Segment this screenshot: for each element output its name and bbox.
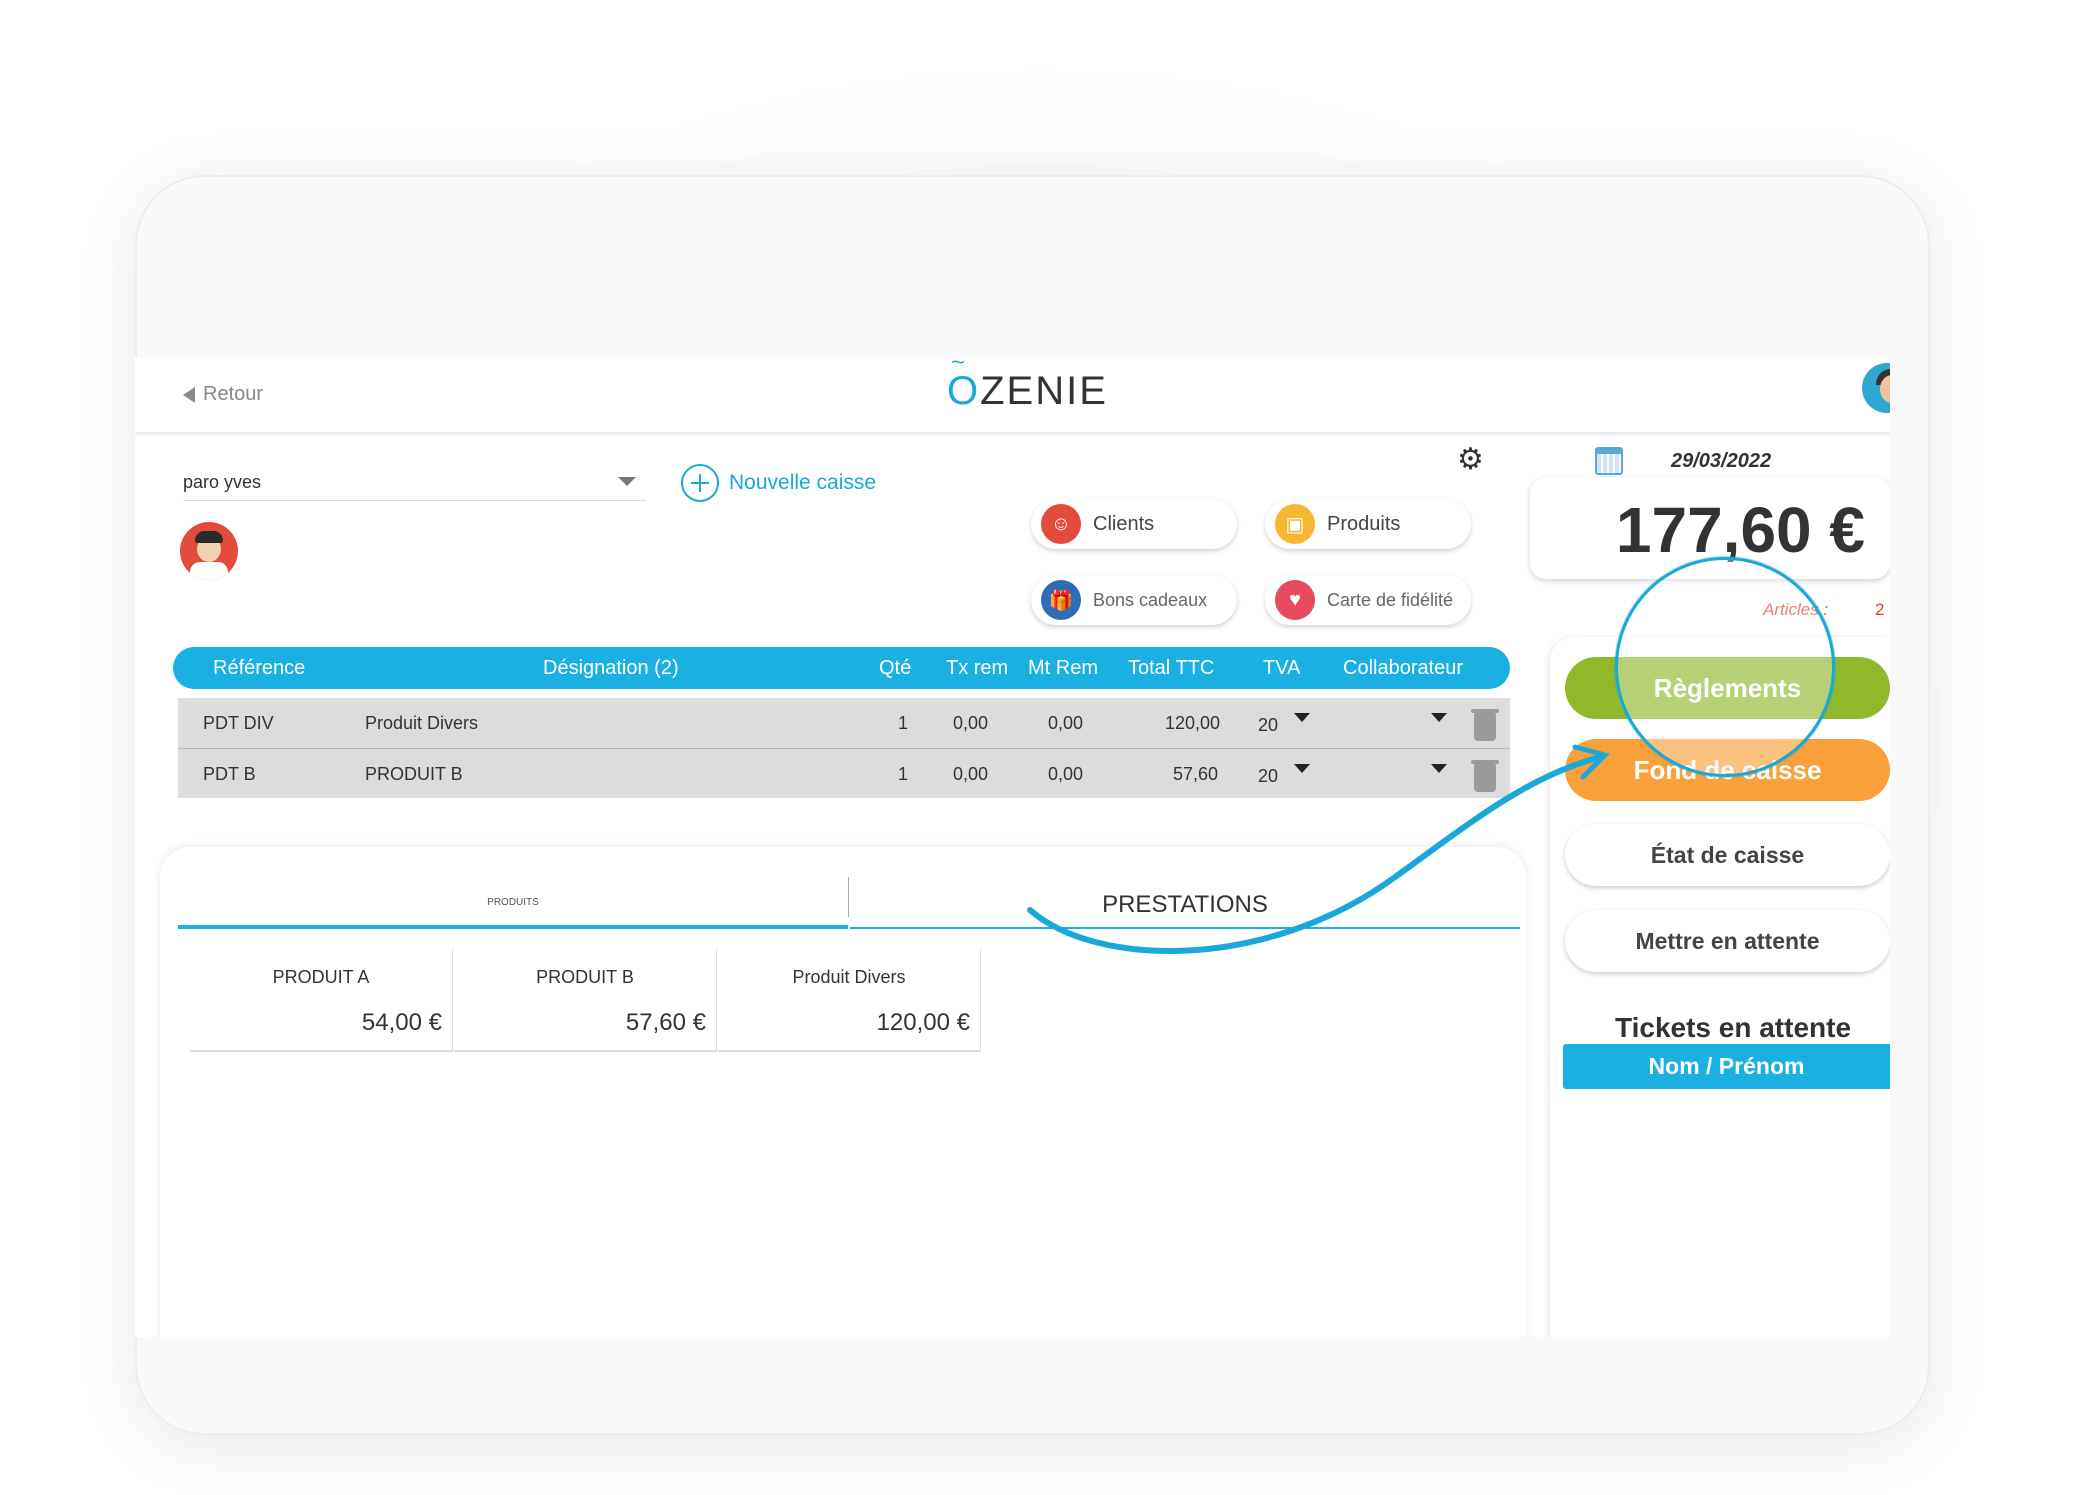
chevron-down-icon[interactable] <box>1431 764 1447 773</box>
product-price: 120,00 € <box>876 1009 970 1036</box>
new-register-button[interactable]: Nouvelle caisse <box>681 464 876 502</box>
row-reference: PDT DIV <box>203 713 274 733</box>
logo-text: ZENIE <box>980 369 1108 413</box>
product-price: 54,00 € <box>361 1009 442 1036</box>
client-icon: ☺ <box>1041 504 1081 544</box>
pos-screen: Retour OZENIE paro yves Nouvelle caisse … <box>135 357 1890 1337</box>
date-display: 29/03/2022 <box>1595 447 1771 475</box>
box-icon: ▣ <box>1275 504 1315 544</box>
gift-vouchers-button[interactable]: 🎁 Bons cadeaux <box>1031 575 1237 625</box>
col-total-ttc: Total TTC <box>1128 657 1215 679</box>
col-qty: Qté <box>879 657 912 679</box>
row-qty[interactable]: 1 <box>898 713 908 734</box>
payments-button[interactable]: Règlements <box>1565 657 1890 719</box>
catalog-panel: PRODUITS PRESTATIONS PRODUIT A 54,00 € P… <box>160 847 1526 1337</box>
plus-circle-icon <box>681 464 719 502</box>
clients-label: Clients <box>1093 512 1155 535</box>
row-tva[interactable]: 20 <box>1258 766 1278 787</box>
row-total: 57,60 <box>1173 764 1219 784</box>
col-discount-amount: Mt Rem <box>1028 657 1098 679</box>
table-row[interactable]: PDT B PRODUIT B 1 0,00 0,00 57,60 20 <box>178 748 1510 798</box>
back-button[interactable]: Retour <box>183 383 263 406</box>
row-reference: PDT B <box>203 764 256 784</box>
total-amount: 177,60 € <box>1615 494 1865 566</box>
staff-select[interactable]: paro yves <box>183 457 646 501</box>
logo-o: O <box>947 369 980 413</box>
cash-fund-button[interactable]: Fond de caisse <box>1565 739 1890 801</box>
row-discount-amount[interactable]: 0,00 <box>1048 713 1083 734</box>
col-designation: Désignation (2) <box>543 657 679 679</box>
product-name: Produit Divers <box>792 967 906 987</box>
heart-hand-icon: ♥ <box>1275 580 1315 620</box>
product-tile[interactable]: Produit Divers 120,00 € <box>718 949 981 1052</box>
col-tva: TVA <box>1263 657 1301 679</box>
calendar-icon[interactable] <box>1595 447 1623 475</box>
app-logo: OZENIE <box>947 369 1108 414</box>
back-label: Retour <box>203 383 264 405</box>
row-qty[interactable]: 1 <box>898 764 908 785</box>
row-total: 120,00 <box>1165 713 1221 733</box>
gift-vouchers-label: Bons cadeaux <box>1093 589 1208 610</box>
tab-services[interactable]: PRESTATIONS <box>850 877 1520 929</box>
user-avatar[interactable] <box>1862 363 1890 413</box>
chevron-down-icon[interactable] <box>1294 713 1310 722</box>
chevron-down-icon <box>618 477 636 486</box>
gift-icon: 🎁 <box>1041 580 1081 620</box>
col-discount-rate: Tx rem <box>946 657 1009 679</box>
clients-button[interactable]: ☺ Clients <box>1031 499 1237 549</box>
col-reference: Référence <box>213 657 306 679</box>
col-collaborator: Collaborateur <box>1343 657 1464 679</box>
top-bar: Retour OZENIE <box>135 357 1890 432</box>
loyalty-card-button[interactable]: ♥ Carte de fidélité <box>1265 575 1471 625</box>
hold-ticket-button[interactable]: Mettre en attente <box>1565 910 1890 972</box>
back-arrow-icon <box>183 386 195 403</box>
row-discount-rate[interactable]: 0,00 <box>953 764 988 785</box>
product-price: 57,60 € <box>625 1009 706 1036</box>
products-button[interactable]: ▣ Produits <box>1265 499 1471 549</box>
product-tile[interactable]: PRODUIT B 57,60 € <box>454 949 717 1052</box>
staff-selected-value: paro yves <box>183 472 262 492</box>
new-register-label: Nouvelle caisse <box>729 471 877 494</box>
staff-avatar <box>180 522 238 580</box>
loyalty-card-label: Carte de fidélité <box>1327 589 1454 610</box>
row-designation: PRODUIT B <box>365 764 463 784</box>
tab-products[interactable]: PRODUITS <box>178 877 848 929</box>
product-tile[interactable]: PRODUIT A 54,00 € <box>190 949 453 1052</box>
products-label: Produits <box>1327 512 1401 535</box>
gear-icon[interactable]: ⚙ <box>1457 442 1484 477</box>
cart-table-header: Référence Désignation (2) Qté Tx rem Mt … <box>173 647 1510 689</box>
row-tva[interactable]: 20 <box>1258 715 1278 736</box>
cash-state-button[interactable]: État de caisse <box>1565 824 1890 886</box>
row-designation: Produit Divers <box>365 713 479 733</box>
articles-label: Articles : <box>1763 600 1829 619</box>
product-name: PRODUIT A <box>272 967 370 987</box>
table-row[interactable]: PDT DIV Produit Divers 1 0,00 0,00 120,0… <box>178 698 1510 748</box>
tickets-column-header: Nom / Prénom <box>1563 1044 1890 1089</box>
trash-icon[interactable] <box>1471 709 1499 741</box>
trash-icon[interactable] <box>1471 760 1499 792</box>
chevron-down-icon[interactable] <box>1294 764 1310 773</box>
row-discount-amount[interactable]: 0,00 <box>1048 764 1083 785</box>
tab-divider <box>848 877 849 917</box>
total-box: 177,60 € <box>1530 477 1890 579</box>
chevron-down-icon[interactable] <box>1431 713 1447 722</box>
date-value: 29/03/2022 <box>1671 449 1772 472</box>
row-discount-rate[interactable]: 0,00 <box>953 713 988 734</box>
tickets-title: Tickets en attente <box>1615 1012 1852 1043</box>
product-name: PRODUIT B <box>536 967 634 987</box>
articles-count: 2 <box>1875 600 1885 619</box>
